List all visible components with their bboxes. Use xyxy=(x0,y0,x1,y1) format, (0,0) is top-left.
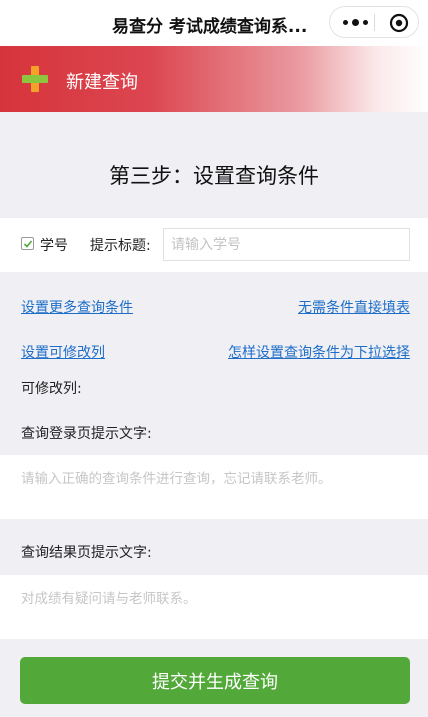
more-dots-icon[interactable] xyxy=(340,11,370,33)
capsule-divider xyxy=(374,14,375,31)
login-prompt-label: 查询登录页提示文字: xyxy=(21,426,152,442)
target-close-icon[interactable] xyxy=(389,13,409,33)
result-prompt-section: 查询结果页提示文字: xyxy=(0,519,428,575)
editable-columns-label: 可修改列: xyxy=(21,381,82,397)
title-bar: 易查分 考试成绩查询系... xyxy=(0,0,428,46)
result-prompt-textarea[interactable] xyxy=(0,575,428,639)
submit-button[interactable]: 提交并生成查询 xyxy=(20,657,410,704)
step-heading: 第三步：设置查询条件 xyxy=(109,164,319,188)
options-section: 设置更多查询条件 无需条件直接填表 设置可修改列 怎样设置查询条件为下拉选择 可… xyxy=(0,272,428,455)
plus-icon xyxy=(22,66,48,92)
fill-directly-link[interactable]: 无需条件直接填表 xyxy=(298,297,410,317)
result-prompt-label: 查询结果页提示文字: xyxy=(21,545,152,561)
hint-title-input[interactable] xyxy=(163,228,410,261)
step-section: 第三步：设置查询条件 xyxy=(0,112,428,218)
dropdown-condition-link[interactable]: 怎样设置查询条件为下拉选择 xyxy=(228,342,410,362)
check-icon xyxy=(23,240,33,248)
condition-row: 学号 提示标题: xyxy=(0,218,428,272)
hint-title-label: 提示标题: xyxy=(90,238,151,254)
new-query-banner: 新建查询 xyxy=(0,46,428,112)
banner-label: 新建查询 xyxy=(66,72,138,93)
editable-columns-link[interactable]: 设置可修改列 xyxy=(21,342,105,362)
mini-program-capsule xyxy=(329,6,419,38)
more-conditions-link[interactable]: 设置更多查询条件 xyxy=(21,297,133,317)
condition-checkbox[interactable] xyxy=(21,237,34,250)
page-title: 易查分 考试成绩查询系... xyxy=(112,17,308,37)
field-label: 学号 xyxy=(40,238,68,254)
login-prompt-textarea[interactable] xyxy=(0,455,428,519)
